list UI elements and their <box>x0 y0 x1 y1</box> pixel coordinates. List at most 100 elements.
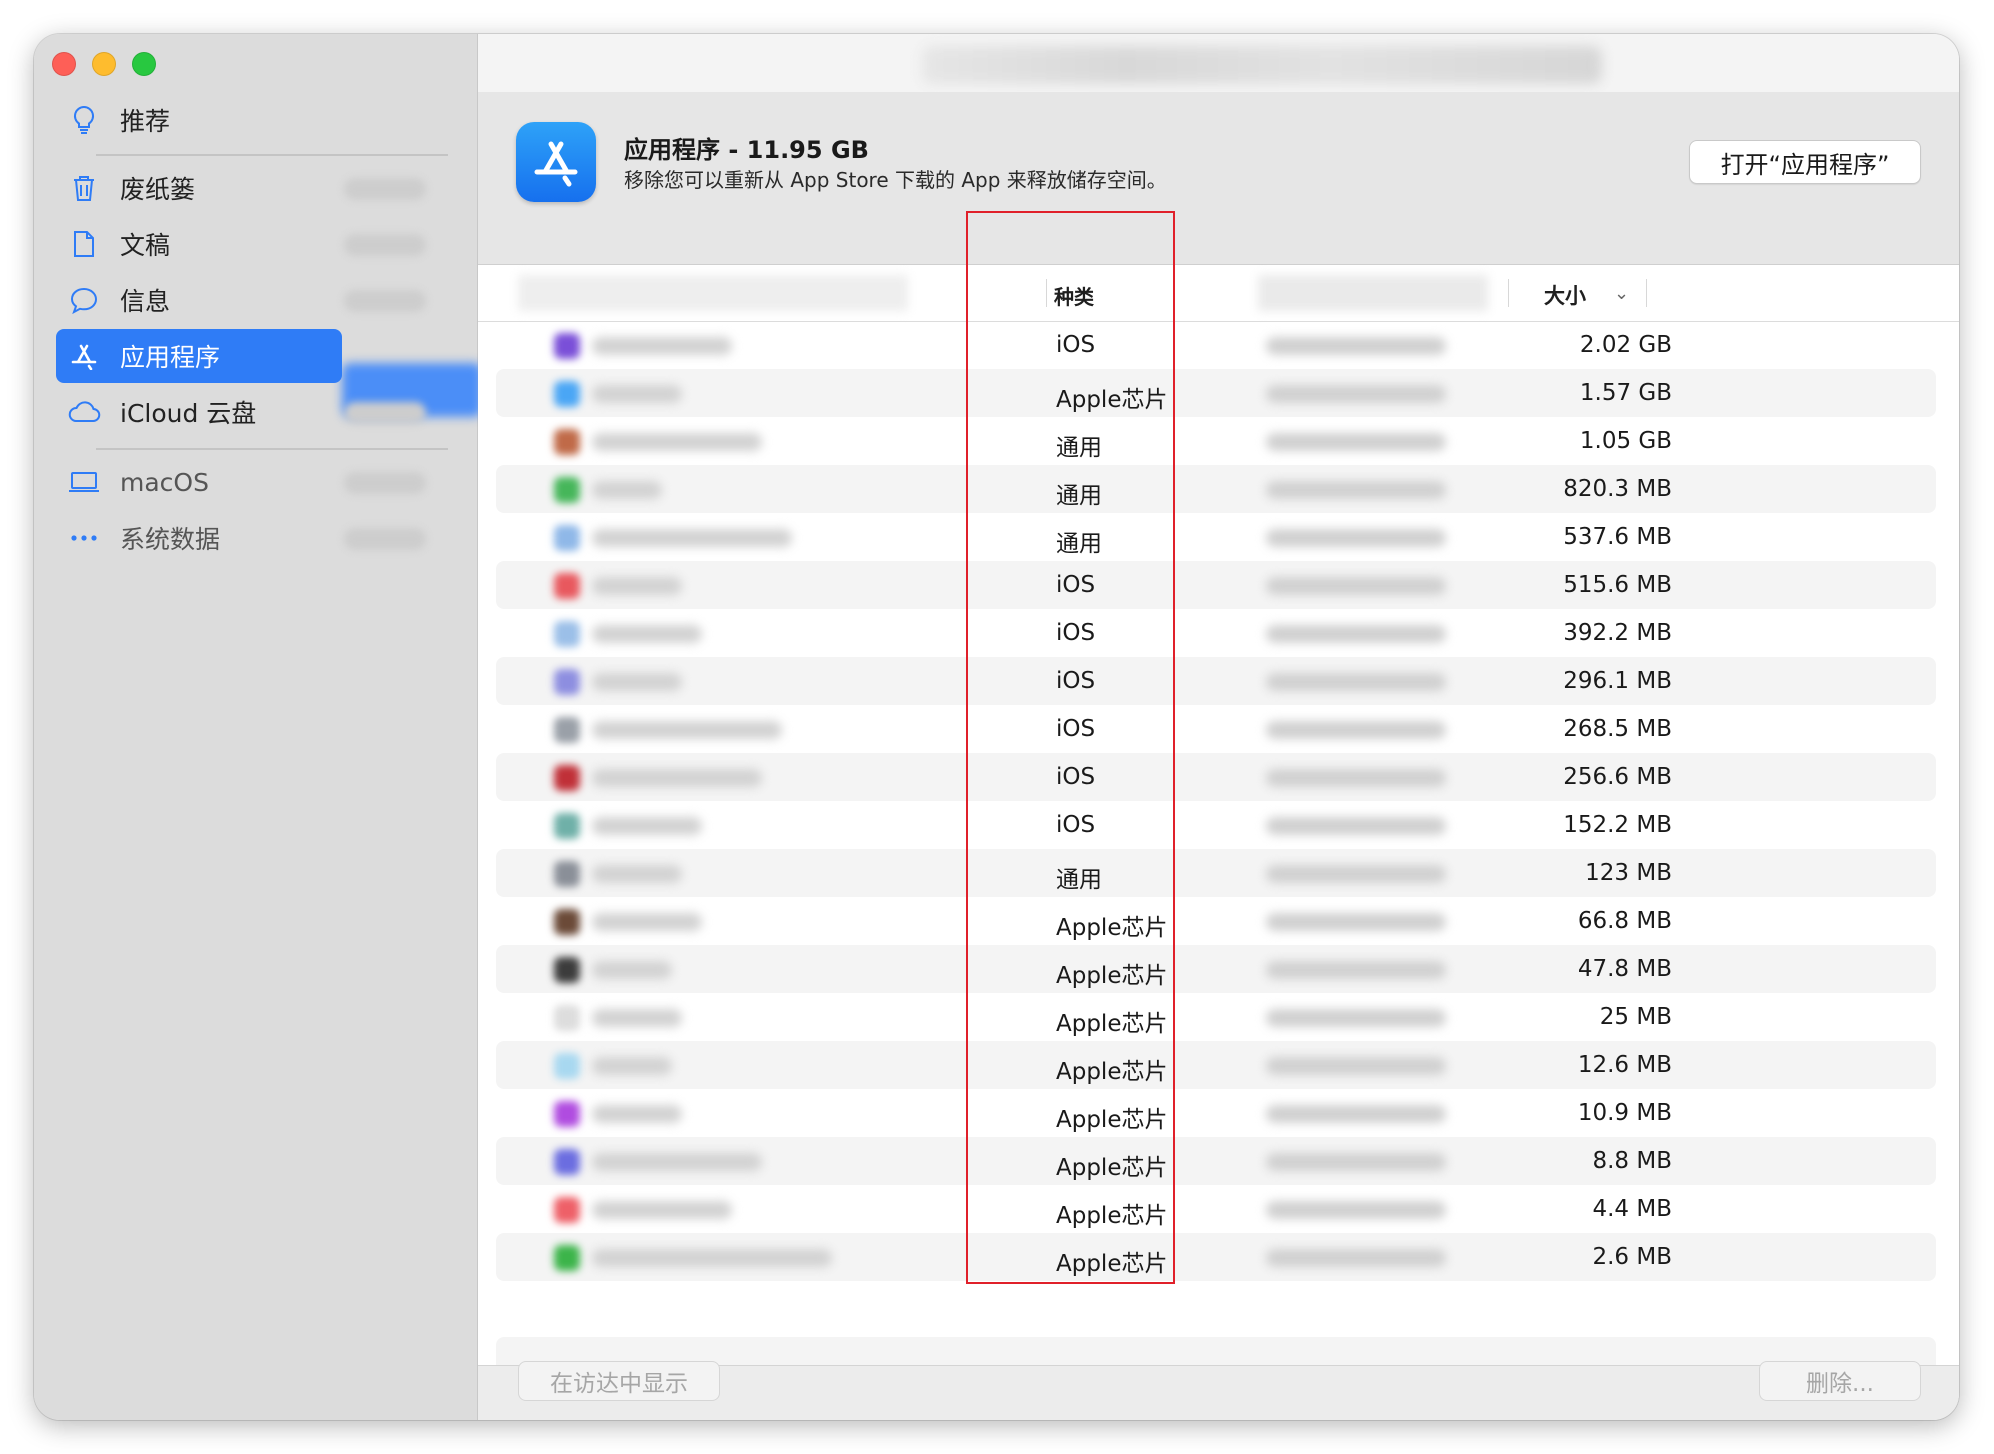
app-size: 152.2 MB <box>1563 812 1672 838</box>
sidebar-item-label: 推荐 <box>120 107 171 136</box>
table-row[interactable]: 通用 820.3 MB <box>496 465 1936 513</box>
open-applications-button[interactable]: 打开“应用程序” <box>1689 140 1921 184</box>
main-panel: 应用程序 - 11.95 GB 移除您可以重新从 App Store 下载的 A… <box>478 34 1959 1420</box>
app-last-accessed <box>1266 865 1446 883</box>
delete-button[interactable]: 删除... <box>1759 1361 1921 1401</box>
laptop-icon <box>56 455 112 509</box>
app-name <box>592 577 682 595</box>
sidebar-item-icloud[interactable]: iCloud 云盘 <box>56 385 456 439</box>
column-header-name[interactable] <box>518 275 908 311</box>
app-name <box>592 337 732 355</box>
table-row[interactable]: iOS 2.02 GB <box>496 321 1936 369</box>
table-row[interactable]: Apple芯片 1.57 GB <box>496 369 1936 417</box>
app-icon <box>554 1245 580 1271</box>
table-row[interactable]: iOS 296.1 MB <box>496 657 1936 705</box>
lightbulb-icon <box>56 93 112 147</box>
table-row[interactable]: Apple芯片 66.8 MB <box>496 897 1936 945</box>
app-last-accessed <box>1266 1249 1446 1267</box>
app-size: 296.1 MB <box>1563 668 1672 694</box>
table-row[interactable]: Apple芯片 12.6 MB <box>496 1041 1936 1089</box>
app-icon <box>554 573 580 599</box>
app-size: 268.5 MB <box>1563 716 1672 742</box>
sidebar-item-label: 文稿 <box>120 231 171 260</box>
app-name <box>592 721 782 739</box>
app-size: 392.2 MB <box>1563 620 1672 646</box>
table-row[interactable]: iOS 515.6 MB <box>496 561 1936 609</box>
table-header: 种类 大小 ⌄ <box>478 265 1959 322</box>
message-bubble-icon <box>56 273 112 327</box>
app-store-icon <box>56 329 112 383</box>
app-icon <box>554 381 580 407</box>
app-name <box>592 1057 672 1075</box>
window-title <box>922 46 1602 84</box>
app-name <box>592 433 762 451</box>
app-name <box>592 673 682 691</box>
app-size: 10.9 MB <box>1577 1100 1672 1126</box>
table-row[interactable]: Apple芯片 8.8 MB <box>496 1137 1936 1185</box>
table-row[interactable]: Apple芯片 25 MB <box>496 993 1936 1041</box>
table-row[interactable]: iOS 268.5 MB <box>496 705 1936 753</box>
sidebar-item-size <box>344 290 426 312</box>
app-size: 1.05 GB <box>1579 428 1672 454</box>
app-icon <box>554 333 580 359</box>
column-header-date[interactable] <box>1258 275 1488 311</box>
app-icon <box>554 717 580 743</box>
sidebar-item-documents[interactable]: 文稿 <box>56 217 456 271</box>
sidebar-item-label: 系统数据 <box>120 525 221 554</box>
table-row[interactable]: Apple芯片 10.9 MB <box>496 1089 1936 1137</box>
table-row[interactable]: Apple芯片 2.6 MB <box>496 1233 1936 1281</box>
table-row[interactable]: 通用 537.6 MB <box>496 513 1936 561</box>
column-header-size[interactable]: 大小 <box>1544 280 1586 310</box>
sidebar-separator <box>96 448 448 450</box>
close-window-button[interactable] <box>52 52 76 76</box>
app-name <box>592 529 792 547</box>
sidebar-item-size <box>344 472 426 494</box>
table-row[interactable]: iOS 152.2 MB <box>496 801 1936 849</box>
table-row[interactable]: iOS 256.6 MB <box>496 753 1936 801</box>
app-last-accessed <box>1266 817 1446 835</box>
app-size: 47.8 MB <box>1577 956 1672 982</box>
app-icon <box>554 765 580 791</box>
app-icon <box>554 525 580 551</box>
app-size: 123 MB <box>1585 860 1672 886</box>
app-name <box>592 1105 682 1123</box>
app-size: 820.3 MB <box>1563 476 1672 502</box>
table-row[interactable]: Apple芯片 47.8 MB <box>496 945 1936 993</box>
ellipsis-icon <box>56 511 112 565</box>
sidebar-item-label: iCloud 云盘 <box>120 399 257 428</box>
sidebar-item-label: 信息 <box>120 287 171 316</box>
table-row[interactable]: 通用 123 MB <box>496 849 1936 897</box>
app-icon <box>554 861 580 887</box>
sidebar-item-trash[interactable]: 废纸篓 <box>56 161 456 215</box>
minimize-window-button[interactable] <box>92 52 116 76</box>
app-last-accessed <box>1266 769 1446 787</box>
app-size: 515.6 MB <box>1563 572 1672 598</box>
title-bar <box>478 34 1959 92</box>
app-size: 2.6 MB <box>1592 1244 1672 1270</box>
sidebar-item-recommend[interactable]: 推荐 <box>56 93 456 147</box>
app-last-accessed <box>1266 1057 1446 1075</box>
app-size: 2.02 GB <box>1579 332 1672 358</box>
app-icon <box>554 1005 580 1031</box>
app-name <box>592 913 702 931</box>
sidebar-item-label: 应用程序 <box>120 343 221 372</box>
sidebar-item-applications[interactable]: 应用程序 <box>56 329 342 383</box>
app-size: 1.57 GB <box>1579 380 1672 406</box>
page-title: 应用程序 - 11.95 GB <box>624 136 869 164</box>
sidebar-item-label: macOS <box>120 467 209 497</box>
app-icon <box>554 813 580 839</box>
show-in-finder-button[interactable]: 在访达中显示 <box>518 1361 720 1401</box>
table-row[interactable]: Apple芯片 4.4 MB <box>496 1185 1936 1233</box>
kind-column-highlight <box>966 211 1175 1284</box>
sidebar-item-macos[interactable]: macOS <box>56 455 456 509</box>
zoom-window-button[interactable] <box>132 52 156 76</box>
app-last-accessed <box>1266 337 1446 355</box>
table-row[interactable]: iOS 392.2 MB <box>496 609 1936 657</box>
document-icon <box>56 217 112 271</box>
app-store-icon <box>516 122 596 202</box>
sidebar-item-system-data[interactable]: 系统数据 <box>56 511 456 565</box>
column-divider <box>1508 279 1509 307</box>
app-icon <box>554 1149 580 1175</box>
table-row[interactable]: 通用 1.05 GB <box>496 417 1936 465</box>
sidebar-item-messages[interactable]: 信息 <box>56 273 456 327</box>
